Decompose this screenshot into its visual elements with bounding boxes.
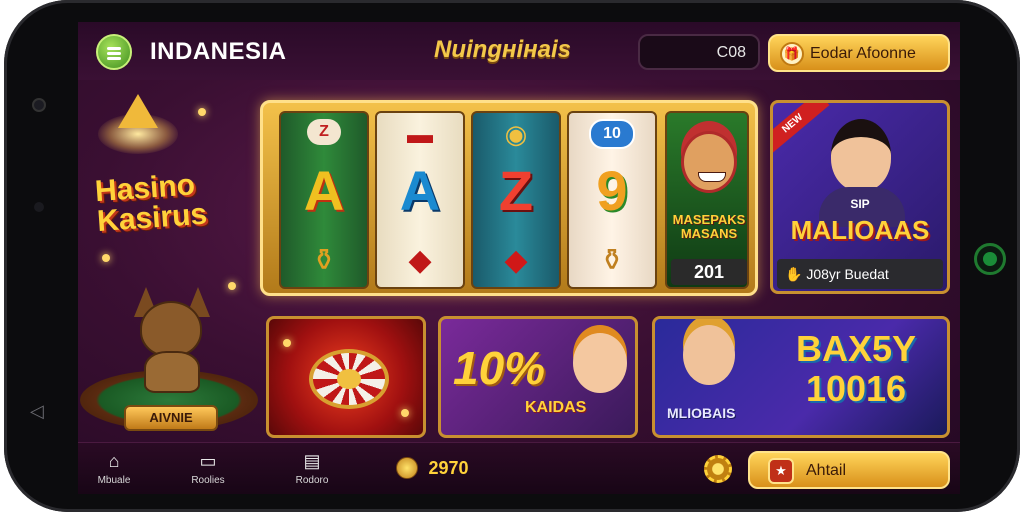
home-icon: ⌂ xyxy=(108,451,120,471)
reel-4: 10 9 ⚱ xyxy=(567,111,657,289)
reel-3-bot-symbol: ◆ xyxy=(504,244,528,277)
roulette-wheel-icon xyxy=(309,349,389,409)
man-portrait xyxy=(831,119,891,191)
reel-3-mid-symbol: Z xyxy=(498,159,534,222)
reel-3-top-symbol: ◉ xyxy=(504,119,528,149)
reel-4-bot-symbol: ⚱ xyxy=(599,244,625,277)
brand-name: INDANESIA xyxy=(150,38,287,65)
phone-left-bezel: ◁ xyxy=(4,0,76,512)
game-screen: INDANESIA Nuingнiнais C08 🎁 Eodar Afoonn… xyxy=(78,22,960,494)
casino-logo-line2: Kasirus xyxy=(96,197,209,239)
coin-value: 2970 xyxy=(428,457,469,478)
menu-button[interactable] xyxy=(96,34,132,70)
bottom-cta-label: Ahtail xyxy=(806,462,847,479)
promo-subtitle: SIP xyxy=(850,197,870,211)
coin-balance: 2970 xyxy=(396,457,469,481)
jackpot-big-text: BAX5Y 10016 xyxy=(795,328,917,409)
reel-2: ▬ A ◆ xyxy=(375,111,465,289)
reel-3: ◉ Z ◆ xyxy=(471,111,561,289)
proximity-sensor xyxy=(34,202,44,212)
character-name: MASEPAKS MASANS xyxy=(672,212,746,241)
coin-decoration xyxy=(401,409,409,417)
character-face-icon xyxy=(681,131,737,193)
coin-decoration xyxy=(283,339,291,347)
sparkle-decoration xyxy=(228,282,236,290)
chest-icon: ★ xyxy=(768,458,794,484)
sparkle-decoration xyxy=(102,254,110,262)
nav-item-records[interactable]: ▤ Rodoro xyxy=(282,451,342,486)
hand-icon: ✋ xyxy=(785,266,807,282)
reel-1-bot-symbol: ⚱ xyxy=(311,244,337,277)
slot-machine[interactable]: Z A ⚱ ▬ A ◆ ◉ Z ◆ 10 9 ⚱ MASEPAKS MASANS… xyxy=(260,100,758,296)
jackpot-character-label: MLIOBAIS xyxy=(667,405,736,421)
bottom-cta-button[interactable]: ★ Ahtail xyxy=(748,451,950,489)
phone-frame: ◁ INDANESIA Nuingнiнais C08 🎁 Eodar Afoo… xyxy=(4,0,1020,512)
dog-mascot xyxy=(122,287,222,397)
front-camera xyxy=(32,98,46,112)
lamp-decoration xyxy=(98,84,178,154)
promo-footer-label: J08yr Buedat xyxy=(806,266,889,282)
promo-ribbon: NEW xyxy=(773,103,830,157)
rooms-icon: ▭ xyxy=(199,451,217,471)
jackpot-tile[interactable]: MLIOBAIS BAX5Y 10016 xyxy=(652,316,950,438)
bonus-label: KAIDAS xyxy=(525,399,587,416)
promo-card[interactable]: NEW SIP MALIOAAS ✋ J08yr Buedat xyxy=(770,100,950,294)
gift-icon: 🎁 xyxy=(780,42,804,66)
sparkle-decoration xyxy=(198,108,206,116)
casino-logo: Hasino Kasirus xyxy=(94,167,248,239)
phone-right-bezel xyxy=(950,0,1020,512)
reel-1-top-symbol: Z xyxy=(307,119,341,145)
nav-label-home: Mbuale xyxy=(97,475,131,486)
gear-icon[interactable] xyxy=(704,455,732,483)
bottom-nav: ⌂ Mbuale ▭ Roolies ▤ Rodoro 2970 ★ Ahtai… xyxy=(78,442,960,494)
back-nav-icon[interactable]: ◁ xyxy=(30,402,48,420)
slot-reels: Z A ⚱ ▬ A ◆ ◉ Z ◆ 10 9 ⚱ xyxy=(279,111,657,289)
character-score: 201 xyxy=(671,259,747,285)
mascot-plaque[interactable]: AIVNIE xyxy=(124,405,218,431)
promo-title: MALIOAAS xyxy=(790,215,930,245)
nav-item-home[interactable]: ⌂ Mbuale xyxy=(84,451,144,486)
game-title: Nuingнiнais xyxy=(434,36,572,63)
reel-1-mid-symbol: A xyxy=(303,159,345,222)
balance-field[interactable]: C08 xyxy=(638,34,760,70)
nav-label-records: Rodoro xyxy=(295,475,329,486)
reel-2-top-symbol: ▬ xyxy=(407,119,433,149)
reel-1: Z A ⚱ xyxy=(279,111,369,289)
reel-2-mid-symbol: A xyxy=(399,159,441,222)
top-bar: INDANESIA Nuingнiнais C08 🎁 Eodar Afoonn… xyxy=(78,22,960,80)
nav-label-rooms: Roolies xyxy=(191,475,225,486)
home-button[interactable] xyxy=(974,243,1006,275)
top-cta-label: Eodar Afoonne xyxy=(810,45,916,62)
boy-character-icon xyxy=(683,325,735,385)
top-cta-button[interactable]: 🎁 Eodar Afoonne xyxy=(768,34,950,72)
nav-item-rooms[interactable]: ▭ Roolies xyxy=(178,451,238,486)
roulette-tile[interactable] xyxy=(266,316,426,438)
bonus-tile[interactable]: 10% KAIDAS xyxy=(438,316,638,438)
coins-icon xyxy=(396,457,418,479)
records-icon: ▤ xyxy=(303,451,321,471)
bonus-value: 10% xyxy=(453,342,546,394)
reel-4-mid-symbol: 9 xyxy=(596,159,628,222)
reel-2-bot-symbol: ◆ xyxy=(408,244,432,277)
girl-character-icon xyxy=(573,333,627,393)
promo-footer: ✋ J08yr Buedat xyxy=(777,259,943,289)
reel-4-top-symbol: 10 xyxy=(589,119,635,149)
character-reel: MASEPAKS MASANS 201 xyxy=(665,111,749,289)
